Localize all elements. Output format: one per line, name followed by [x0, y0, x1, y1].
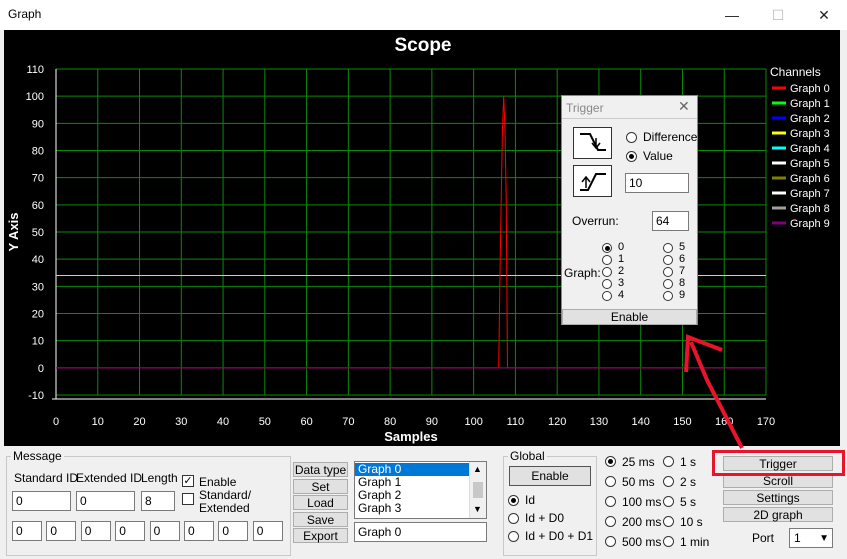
graph-listbox[interactable]: Graph 0 Graph 1 Graph 2 Graph 3 ▲ ▼	[354, 461, 487, 519]
timing-label: 5 s	[680, 495, 697, 509]
port-select[interactable]: 1 ▼	[789, 528, 833, 548]
timing-radio-1s[interactable]	[663, 456, 674, 467]
global-option-label-0: Id	[525, 493, 536, 507]
timing-label: 25 ms	[622, 455, 655, 469]
port-label: Port	[752, 531, 775, 545]
save-button[interactable]: Save	[293, 511, 348, 527]
global-option-radio-0[interactable]	[508, 495, 519, 506]
global-option-radio-1[interactable]	[508, 513, 519, 524]
standard-id-label: Standard ID	[14, 471, 79, 485]
length-input[interactable]: 8	[141, 491, 175, 511]
global-option-label-2: Id + D0 + D1	[525, 529, 594, 543]
data-byte-input-2[interactable]: 0	[80, 521, 111, 541]
list-item[interactable]: Graph 3	[355, 502, 472, 515]
enable-checkbox[interactable]: ✓	[182, 475, 194, 487]
export-button[interactable]: Export	[293, 528, 348, 543]
timing-radio-1min[interactable]	[663, 536, 674, 547]
timing-radio-200ms[interactable]	[605, 516, 616, 527]
enable-label: Enable	[199, 475, 237, 489]
data-byte-input-6[interactable]: 0	[218, 521, 249, 541]
timing-radio-50ms[interactable]	[605, 476, 616, 487]
scroll-down-icon[interactable]: ▼	[473, 504, 482, 514]
timing-radio-5s[interactable]	[663, 496, 674, 507]
timing-radio-10s[interactable]	[663, 516, 674, 527]
timing-radio-500ms[interactable]	[605, 536, 616, 547]
port-value: 1	[794, 531, 801, 545]
settings-button[interactable]: Settings	[723, 490, 833, 505]
timing-label: 50 ms	[622, 475, 655, 489]
timing-label: 200 ms	[622, 515, 662, 529]
timing-radio-25ms[interactable]	[605, 456, 616, 467]
standard-extended-label-2: Extended	[199, 501, 250, 515]
extended-id-label: Extended ID	[76, 471, 143, 485]
timing-radio-100ms[interactable]	[605, 496, 616, 507]
timing-label: 10 s	[680, 515, 703, 529]
standard-extended-checkbox[interactable]	[182, 493, 194, 505]
data-byte-input-3[interactable]: 0	[115, 521, 146, 541]
listbox-scrollbar[interactable]: ▲ ▼	[469, 462, 486, 518]
global-option-label-1: Id + D0	[525, 511, 565, 525]
standard-id-input[interactable]: 0	[12, 491, 71, 511]
data-byte-input-4[interactable]: 0	[149, 521, 180, 541]
trigger-highlight-box	[712, 450, 845, 476]
timing-label: 1 s	[680, 455, 697, 469]
timing-label: 500 ms	[622, 535, 662, 549]
dropdown-arrow-icon[interactable]: ▼	[819, 531, 829, 547]
selected-graph-input[interactable]: Graph 0	[354, 522, 487, 542]
timing-radio-2s[interactable]	[663, 476, 674, 487]
data-byte-input-0[interactable]: 0	[12, 521, 42, 541]
data-byte-input-5[interactable]: 0	[184, 521, 214, 541]
standard-extended-label-1: Standard/	[199, 488, 252, 502]
length-label: Length	[141, 471, 178, 485]
global-enable-button[interactable]: Enable	[509, 466, 591, 486]
data-byte-input-1[interactable]: 0	[46, 521, 77, 541]
2d-graph-button[interactable]: 2D graph	[723, 507, 833, 522]
data-type-button[interactable]: Data type	[293, 462, 348, 477]
global-option-radio-2[interactable]	[508, 531, 519, 542]
global-legend: Global	[508, 449, 547, 463]
timing-label: 2 s	[680, 475, 697, 489]
extended-id-input[interactable]: 0	[76, 491, 135, 511]
set-button[interactable]: Set	[293, 478, 348, 494]
data-byte-input-7[interactable]: 0	[252, 521, 283, 541]
timing-label: 1 min	[680, 535, 710, 549]
message-legend: Message	[11, 449, 64, 463]
timing-label: 100 ms	[622, 495, 662, 509]
scroll-up-icon[interactable]: ▲	[473, 464, 482, 474]
scroll-thumb[interactable]	[473, 482, 483, 498]
load-button[interactable]: Load	[293, 495, 348, 510]
